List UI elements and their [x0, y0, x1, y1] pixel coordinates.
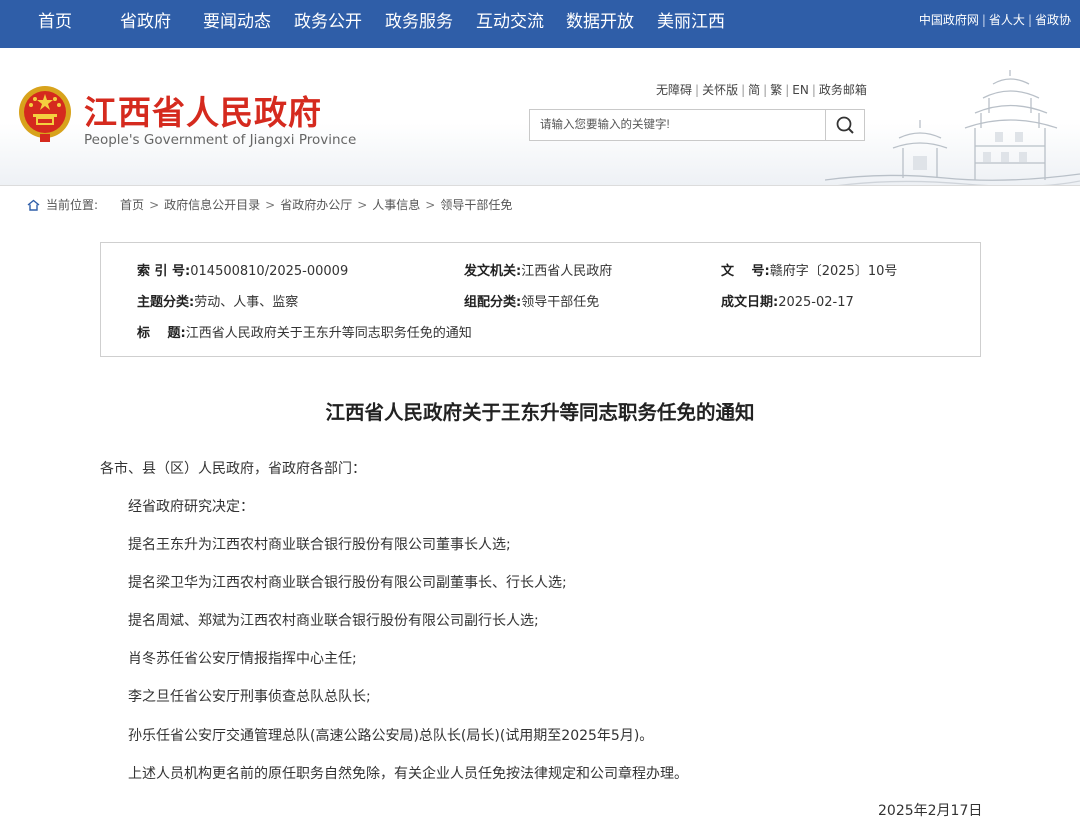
- article-paragraph: 李之旦任省公安厅刑事侦查总队总队长;: [128, 689, 371, 705]
- nav-item-home[interactable]: 首页: [38, 0, 72, 48]
- top-nav-bar: 首页 省政府 要闻动态 政务公开 政务服务 互动交流 数据开放 美丽江西 中国政…: [0, 0, 1080, 48]
- article-paragraph: 提名周斌、郑斌为江西农村商业联合银行股份有限公司副行长人选;: [128, 613, 539, 629]
- nav-item-gov-affairs-open[interactable]: 政务公开: [294, 0, 362, 48]
- article-paragraph: 提名梁卫华为江西农村商业联合银行股份有限公司副董事长、行长人选;: [128, 575, 567, 591]
- nav-item-open-data[interactable]: 数据开放: [566, 0, 634, 48]
- link-provincial-congress[interactable]: 省人大: [989, 13, 1025, 27]
- national-emblem-icon: [19, 86, 71, 142]
- nav-item-provincial-gov[interactable]: 省政府: [120, 0, 171, 48]
- article-title: 江西省人民政府关于王东升等同志职务任免的通知: [325, 401, 755, 424]
- info-issuer: 发文机关:江西省人民政府: [464, 264, 613, 279]
- article-paragraph: 肖冬苏任省公安厅情报指挥中心主任;: [128, 651, 357, 667]
- pavilion-illustration-icon: [825, 70, 1080, 185]
- breadcrumb-label: 当前位置:: [46, 198, 99, 212]
- link-provincial-cppcc[interactable]: 省政协: [1035, 13, 1071, 27]
- article-paragraph: 孙乐任省公安厅交通管理总队(高速公路公安局)总队长(局长)(试用期至2025年5…: [128, 728, 654, 744]
- link-english[interactable]: EN: [792, 83, 809, 97]
- document-info-box: 索 引 号:014500810/2025-00009 发文机关:江西省人民政府 …: [100, 242, 981, 357]
- nav-item-interaction[interactable]: 互动交流: [476, 0, 544, 48]
- info-doc-number: 文 号:赣府字〔2025〕10号: [721, 264, 898, 279]
- breadcrumb: 当前位置: 首页 > 政府信息公开目录 > 省政府办公厅 > 人事信息 > 领导干部任免: [27, 196, 512, 213]
- breadcrumb-general-office[interactable]: 省政府办公厅: [280, 198, 352, 212]
- breadcrumb-home[interactable]: 首页: [120, 198, 144, 212]
- article-paragraph: 经省政府研究决定：: [128, 499, 254, 515]
- breadcrumb-personnel-info[interactable]: 人事信息: [372, 198, 420, 212]
- site-header: 江西省人民政府 People's Government of Jiangxi P…: [0, 48, 1080, 186]
- breadcrumb-leader-appointments[interactable]: 领导干部任免: [440, 198, 512, 212]
- search-input[interactable]: [530, 110, 826, 140]
- info-index-number: 索 引 号:014500810/2025-00009: [137, 264, 349, 279]
- home-icon: [27, 199, 40, 211]
- link-traditional[interactable]: 繁: [770, 83, 782, 97]
- breadcrumb-info-catalog[interactable]: 政府信息公开目录: [164, 198, 260, 212]
- link-simplified[interactable]: 简: [748, 83, 760, 97]
- article-salutation: 各市、县（区）人民政府，省政府各部门：: [100, 461, 366, 477]
- info-category: 组配分类:领导干部任免: [464, 295, 600, 310]
- nav-item-beautiful-jiangxi[interactable]: 美丽江西: [657, 0, 725, 48]
- link-care-version[interactable]: 关怀版: [702, 83, 738, 97]
- article-paragraph: 提名王东升为江西农村商业联合银行股份有限公司董事长人选;: [128, 537, 511, 553]
- info-date: 成文日期:2025-02-17: [721, 295, 854, 310]
- search-box: [529, 109, 865, 141]
- article-date: 2025年2月17日: [878, 803, 983, 819]
- link-china-gov[interactable]: 中国政府网: [919, 13, 979, 27]
- article-paragraph: 上述人员机构更名前的原任职务自然免除，有关企业人员任免按法律规定和公司章程办理。: [128, 766, 688, 782]
- nav-item-gov-services[interactable]: 政务服务: [385, 0, 453, 48]
- info-topic: 主题分类:劳动、人事、监察: [137, 295, 299, 310]
- site-title-english: People's Government of Jiangxi Province: [84, 132, 357, 148]
- nav-item-news[interactable]: 要闻动态: [203, 0, 271, 48]
- site-title: 江西省人民政府: [84, 93, 322, 132]
- top-right-links: 中国政府网 | 省人大 | 省政协: [918, 13, 1071, 27]
- info-title: 标 题:江西省人民政府关于王东升等同志职务任免的通知: [137, 326, 472, 341]
- link-accessibility[interactable]: 无障碍: [656, 83, 692, 97]
